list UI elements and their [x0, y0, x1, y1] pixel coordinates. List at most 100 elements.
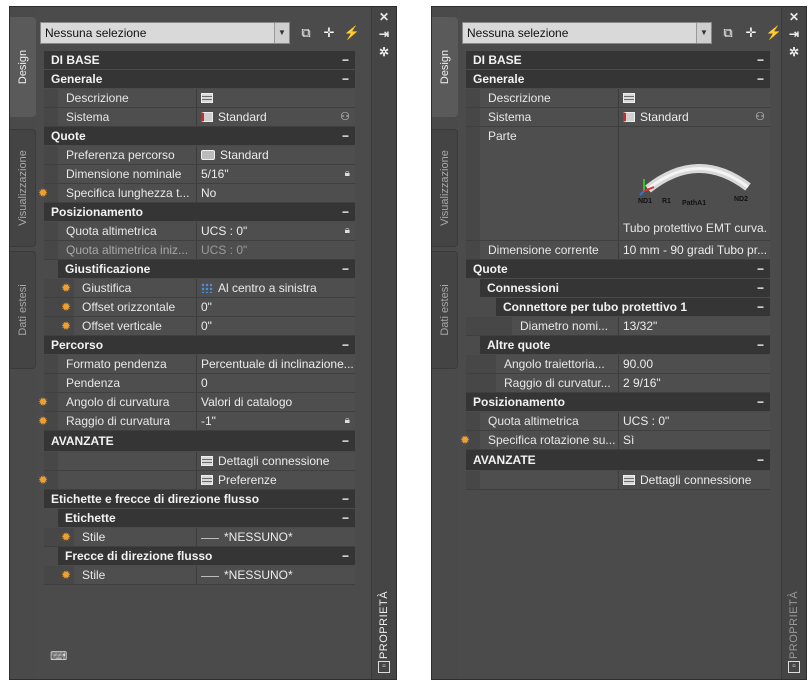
prop-dettagli-connessione[interactable]: Dettagli connessione: [44, 452, 355, 471]
section-percorso[interactable]: Percorso −: [44, 336, 355, 355]
collapse-icon[interactable]: −: [342, 127, 349, 145]
section-generale[interactable]: Generale −: [466, 70, 770, 89]
collapse-icon[interactable]: −: [757, 298, 764, 316]
prop-preferenze[interactable]: ✹ Preferenze: [38, 471, 355, 490]
chevron-down-icon[interactable]: ▼: [274, 23, 289, 43]
collapse-icon[interactable]: −: [342, 547, 349, 565]
section-posizionamento[interactable]: Posizionamento −: [44, 203, 355, 222]
prop-value[interactable]: Standard: [201, 108, 331, 126]
properties-menu-icon[interactable]: ✲: [377, 45, 391, 59]
section-generale[interactable]: Generale −: [44, 70, 355, 89]
section-altre-quote[interactable]: Altre quote −: [480, 336, 770, 355]
lock-icon[interactable]: 🔒︎: [345, 222, 350, 240]
settings-icon[interactable]: ⌨: [50, 649, 67, 665]
collapse-icon[interactable]: −: [757, 450, 764, 470]
tab-visualizzazione[interactable]: Visualizzazione: [432, 129, 458, 247]
tab-design[interactable]: Design: [432, 17, 458, 117]
prop-value[interactable]: Sì: [623, 431, 768, 449]
select-objects-icon[interactable]: ✛: [320, 24, 338, 42]
collapse-icon[interactable]: −: [757, 260, 764, 278]
prop-value[interactable]: [201, 89, 351, 107]
close-icon[interactable]: ✕: [377, 10, 391, 24]
prop-value[interactable]: 0: [201, 374, 351, 392]
chevron-down-icon[interactable]: ▼: [696, 23, 711, 43]
prop-offset-verticale[interactable]: ✹ Offset verticale 0": [44, 317, 355, 336]
prop-dettagli-connessione[interactable]: Dettagli connessione: [466, 471, 770, 490]
prop-raggio-curvatura[interactable]: Raggio di curvatur... 2 9/16": [466, 374, 770, 393]
section-quote[interactable]: Quote −: [466, 260, 770, 279]
properties-menu-icon[interactable]: ✲: [787, 45, 801, 59]
section-di-base[interactable]: DI BASE −: [466, 51, 770, 70]
prop-descrizione[interactable]: Descrizione: [44, 89, 355, 108]
prop-dimensione-corrente[interactable]: Dimensione corrente 10 mm - 90 gradi Tubo…: [466, 241, 770, 260]
prop-sistema[interactable]: Sistema Standard ⚇: [466, 108, 770, 127]
section-avanzate[interactable]: AVANZATE −: [466, 450, 770, 471]
section-posizionamento[interactable]: Posizionamento −: [466, 393, 770, 412]
prop-quota-altimetrica[interactable]: Quota altimetrica UCS : 0" 🔒︎: [44, 222, 355, 241]
lock-icon[interactable]: 🔒︎: [345, 412, 350, 430]
auto-hide-icon[interactable]: ⇥: [787, 27, 801, 41]
prop-value[interactable]: Standard: [201, 146, 351, 164]
prop-value[interactable]: UCS : 0": [623, 412, 768, 430]
section-avanzate[interactable]: AVANZATE −: [44, 431, 355, 452]
prop-value[interactable]: Dettagli connessione: [201, 452, 353, 470]
palette-icon[interactable]: ▫: [378, 661, 390, 673]
prop-offset-orizzontale[interactable]: ✹ Offset orizzontale 0": [44, 298, 355, 317]
prop-pendenza[interactable]: Pendenza 0: [44, 374, 355, 393]
palette-icon[interactable]: ▫: [788, 661, 800, 673]
add-style-icon[interactable]: ⧉: [297, 24, 315, 42]
add-style-icon[interactable]: ⧉: [719, 24, 737, 42]
collapse-icon[interactable]: −: [757, 393, 764, 411]
prop-parte[interactable]: Parte ND1 R1 PathA1 ND2 Tubo protettivo …: [466, 127, 770, 241]
prop-diametro-nominale[interactable]: Diametro nomi... 13/32": [466, 317, 770, 336]
prop-value[interactable]: 2 9/16": [623, 374, 768, 392]
prop-value[interactable]: Standard: [623, 108, 748, 126]
prop-value[interactable]: [623, 89, 768, 107]
binoculars-icon[interactable]: ⚇: [340, 108, 350, 126]
prop-formato-pendenza[interactable]: Formato pendenza Percentuale di inclinazi…: [44, 355, 355, 374]
section-quote[interactable]: Quote −: [44, 127, 355, 146]
prop-angolo-traiettoria[interactable]: Angolo traiettoria... 90.00: [466, 355, 770, 374]
selection-dropdown[interactable]: Nessuna selezione ▼: [40, 22, 290, 44]
collapse-icon[interactable]: −: [757, 279, 764, 297]
collapse-icon[interactable]: −: [757, 70, 764, 88]
prop-value[interactable]: 0": [201, 317, 351, 335]
tab-dati-estesi[interactable]: Dati estesi: [10, 251, 36, 369]
prop-value[interactable]: 90.00: [623, 355, 768, 373]
prop-dimensione-nominale[interactable]: Dimensione nominale 5/16" 🔒︎: [44, 165, 355, 184]
selection-dropdown[interactable]: Nessuna selezione ▼: [462, 22, 712, 44]
prop-sistema[interactable]: Sistema Standard ⚇: [44, 108, 355, 127]
prop-value[interactable]: 0": [201, 298, 351, 316]
quick-select-icon[interactable]: ⚡: [343, 24, 361, 42]
collapse-icon[interactable]: −: [757, 51, 764, 69]
collapse-icon[interactable]: −: [342, 51, 349, 69]
prop-quota-altimetrica[interactable]: Quota altimetrica UCS : 0": [466, 412, 770, 431]
prop-specifica-rotazione[interactable]: ✹ Specifica rotazione su... Sì: [460, 431, 770, 450]
collapse-icon[interactable]: −: [342, 260, 349, 278]
prop-value[interactable]: Tubo protettivo EMT curva...: [623, 221, 768, 235]
prop-value[interactable]: Preferenze: [201, 471, 353, 489]
tab-design[interactable]: Design: [10, 17, 36, 117]
section-connessioni[interactable]: Connessioni −: [480, 279, 770, 298]
collapse-icon[interactable]: −: [342, 203, 349, 221]
prop-value[interactable]: -1": [201, 412, 331, 430]
collapse-icon[interactable]: −: [342, 336, 349, 354]
collapse-icon[interactable]: −: [342, 70, 349, 88]
prop-descrizione[interactable]: Descrizione: [466, 89, 770, 108]
auto-hide-icon[interactable]: ⇥: [377, 27, 391, 41]
prop-specifica-lunghezza[interactable]: ✹ Specifica lunghezza t... No: [38, 184, 355, 203]
section-etichette-frecce[interactable]: Etichette e frecce di direzione flusso −: [44, 490, 355, 509]
prop-stile-etichette[interactable]: ✹ Stile *NESSUNO*: [44, 528, 355, 547]
binoculars-icon[interactable]: ⚇: [755, 108, 765, 126]
lock-icon[interactable]: 🔒︎: [345, 165, 350, 183]
prop-value[interactable]: Valori di catalogo: [201, 393, 351, 411]
prop-value[interactable]: No: [201, 184, 351, 202]
collapse-icon[interactable]: −: [342, 431, 349, 451]
close-icon[interactable]: ✕: [787, 10, 801, 24]
prop-angolo-curvatura[interactable]: ✹ Angolo di curvatura Valori di catalogo: [38, 393, 355, 412]
prop-stile-frecce[interactable]: ✹ Stile *NESSUNO*: [44, 566, 355, 585]
section-giustificazione[interactable]: Giustificazione −: [58, 260, 355, 279]
section-di-base[interactable]: DI BASE −: [44, 51, 355, 70]
collapse-icon[interactable]: −: [342, 509, 349, 527]
section-etichette[interactable]: Etichette −: [58, 509, 355, 528]
